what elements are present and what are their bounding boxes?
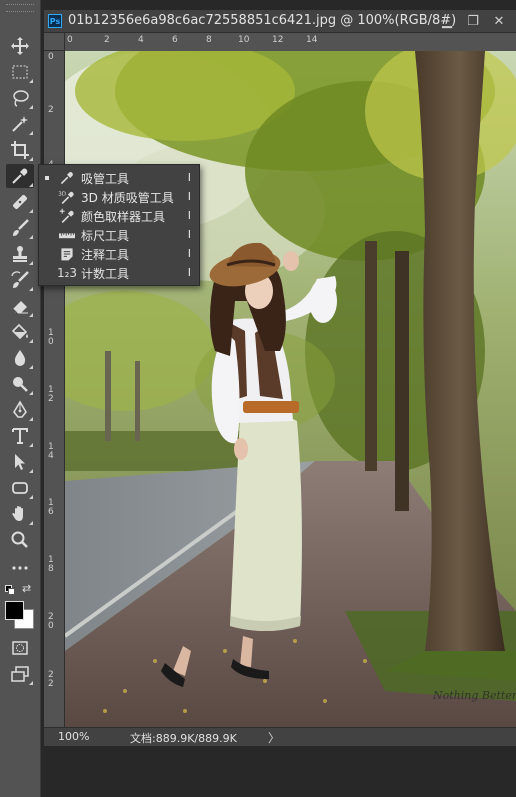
flyout-item-shortcut: I	[187, 228, 191, 241]
flyout-item-label: 吸管工具	[81, 172, 130, 186]
ruler-v-label: 2	[48, 105, 54, 115]
quick-mask-icon[interactable]	[6, 636, 34, 660]
flyout-item-eyedropper[interactable]: 吸管工具 I	[39, 168, 199, 187]
tools-panel: ⇄	[0, 0, 41, 797]
ruler-h-label: 6	[172, 35, 178, 45]
color-sampler-icon	[57, 207, 77, 224]
flyout-item-3d-material-eyedropper[interactable]: 3D 3D 材质吸管工具 I	[39, 187, 199, 206]
ruler-v-label: 1 0	[48, 328, 54, 347]
flyout-item-shortcut: I	[187, 266, 191, 279]
vertical-ruler[interactable]: 024681 01 21 41 61 82 02 2	[44, 51, 65, 727]
move-tool-icon[interactable]	[6, 34, 34, 58]
foreground-color-swatch[interactable]	[5, 601, 24, 620]
pen-tool-icon[interactable]	[6, 398, 34, 422]
flyout-item-label: 计数工具	[81, 267, 130, 281]
document-size-info: 文档:889.9K/889.9K	[130, 732, 237, 745]
document-window: Ps 01b12356e6a98c6ac72558851c6421.jpg @ …	[44, 10, 516, 746]
eyedropper-tool-icon[interactable]	[6, 164, 34, 188]
history-brush-tool-icon[interactable]	[6, 268, 34, 292]
flyout-item-label: 3D 材质吸管工具	[81, 191, 174, 205]
flyout-item-shortcut: I	[187, 171, 191, 184]
type-tool-icon[interactable]	[6, 424, 34, 448]
ruler-v-label: 1 6	[48, 498, 54, 517]
hand-tool-icon[interactable]	[6, 502, 34, 526]
3d-material-eyedropper-icon: 3D	[57, 188, 77, 205]
ruler-v-label: 1 4	[48, 442, 54, 461]
paint-bucket-tool-icon[interactable]	[6, 320, 34, 344]
lasso-tool-icon[interactable]	[6, 86, 34, 110]
svg-text:3D: 3D	[58, 191, 66, 197]
brush-tool-icon[interactable]	[6, 216, 34, 240]
ruler-v-label: 0	[48, 52, 54, 62]
ruler-h-label: 8	[206, 35, 212, 45]
eraser-tool-icon[interactable]	[6, 294, 34, 318]
flyout-item-label: 颜色取样器工具	[81, 210, 166, 224]
flyout-item-count[interactable]: 1₂3 计数工具 I	[39, 263, 199, 282]
clone-stamp-tool-icon[interactable]	[6, 242, 34, 266]
marquee-tool-icon[interactable]	[6, 60, 34, 84]
flyout-item-label: 标尺工具	[81, 229, 130, 243]
rectangle-tool-icon[interactable]	[6, 476, 34, 500]
ruler-h-label: 10	[238, 35, 250, 45]
more-tools-icon[interactable]	[6, 556, 34, 580]
flyout-item-shortcut: I	[187, 209, 191, 222]
eyedropper-tool-flyout: 吸管工具 I 3D 3D 材质吸管工具 I 颜色取样器工具 I 标尺工具 I 注…	[38, 164, 200, 286]
default-colors-icon[interactable]	[5, 585, 15, 595]
restore-icon[interactable]: ❐	[460, 11, 486, 31]
photo: Nothing Better	[65, 51, 516, 727]
ruler-v-label: 2 0	[48, 612, 54, 631]
image-canvas[interactable]: Nothing Better	[65, 51, 516, 727]
document-title: 01b12356e6a98c6ac72558851c6421.jpg @ 100…	[68, 13, 457, 28]
flyout-item-color-sampler[interactable]: 颜色取样器工具 I	[39, 206, 199, 225]
blur-tool-icon[interactable]	[6, 346, 34, 370]
status-menu-arrow-icon[interactable]: 〉	[268, 729, 280, 746]
flyout-item-note[interactable]: 注释工具 I	[39, 244, 199, 263]
ruler-h-label: 2	[104, 35, 110, 45]
eyedropper-icon	[57, 169, 77, 186]
zoom-tool-icon[interactable]	[6, 528, 34, 552]
count-icon: 1₂3	[56, 265, 78, 280]
healing-brush-tool-icon[interactable]	[6, 190, 34, 214]
selected-bullet-icon	[45, 176, 49, 180]
ruler-h-label: 12	[272, 35, 284, 45]
minimize-icon[interactable]: ▁	[434, 11, 460, 31]
horizontal-ruler[interactable]: 0 2 4 6 8 10 12 14	[65, 33, 516, 52]
panel-grip[interactable]	[6, 4, 34, 12]
quick-selection-tool-icon[interactable]	[6, 112, 34, 136]
ruler-icon	[57, 226, 77, 243]
crop-tool-icon[interactable]	[6, 138, 34, 162]
note-icon	[57, 245, 77, 262]
ruler-h-label: 0	[67, 35, 73, 45]
screen-mode-icon[interactable]	[6, 662, 34, 686]
flyout-item-label: 注释工具	[81, 248, 130, 262]
swap-colors-icon[interactable]: ⇄	[22, 582, 31, 595]
flyout-item-shortcut: I	[187, 247, 191, 260]
path-selection-tool-icon[interactable]	[6, 450, 34, 474]
dodge-tool-icon[interactable]	[6, 372, 34, 396]
status-bar: 100% 文档:889.9K/889.9K 〉	[44, 727, 516, 746]
ruler-v-label: 2 2	[48, 670, 54, 689]
flyout-item-ruler[interactable]: 标尺工具 I	[39, 225, 199, 244]
ruler-h-label: 4	[138, 35, 144, 45]
ruler-origin[interactable]	[44, 33, 65, 51]
photo-watermark: Nothing Better	[432, 689, 516, 702]
document-tab[interactable]: Ps 01b12356e6a98c6ac72558851c6421.jpg @ …	[44, 10, 516, 33]
ruler-h-label: 14	[306, 35, 318, 45]
zoom-level[interactable]: 100%	[58, 730, 89, 743]
ruler-v-label: 1 8	[48, 555, 54, 574]
close-icon[interactable]: ✕	[486, 11, 512, 31]
photoshop-file-icon: Ps	[48, 14, 62, 28]
flyout-item-shortcut: I	[187, 190, 191, 203]
ruler-v-label: 1 2	[48, 385, 54, 404]
